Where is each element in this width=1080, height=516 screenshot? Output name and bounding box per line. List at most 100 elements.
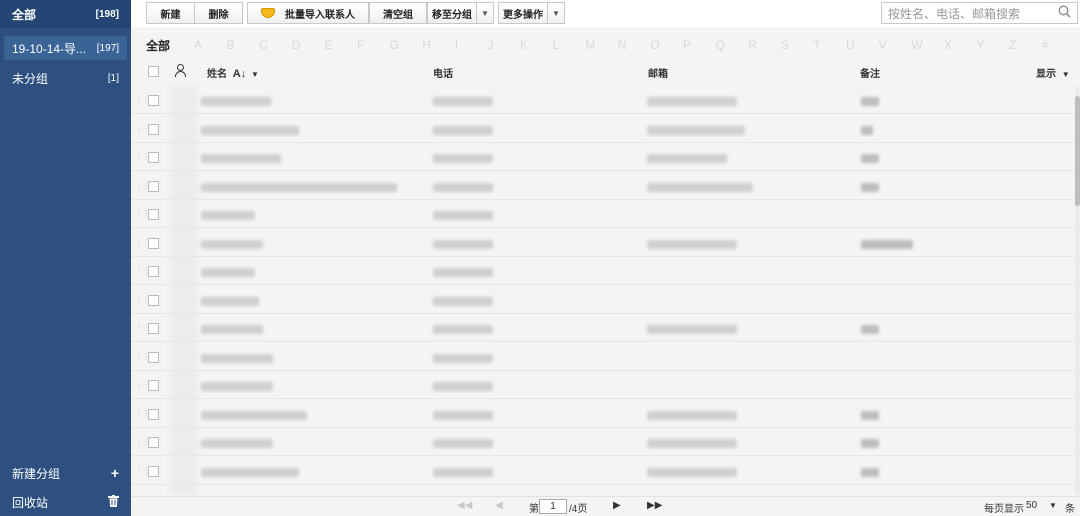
sidebar-item-group-imported[interactable]: 19-10-14-导... [197]	[4, 36, 127, 60]
column-name[interactable]: 姓名 A↓ ▼	[207, 65, 259, 80]
drag-handle-icon[interactable]: ⋮⋮	[135, 152, 150, 161]
display-columns-dropdown[interactable]: 显示 ▼	[1036, 65, 1070, 80]
drag-handle-icon[interactable]: ⋮⋮	[135, 238, 150, 247]
alpha-filter-letter[interactable]: T	[813, 38, 820, 52]
drag-handle-icon[interactable]: ⋮⋮	[135, 352, 150, 361]
alpha-filter-letter[interactable]: X	[944, 38, 952, 52]
alpha-filter-letter[interactable]: P	[683, 38, 691, 52]
alpha-filter-letter[interactable]: S	[781, 38, 789, 52]
drag-handle-icon[interactable]: ⋮⋮	[135, 95, 150, 104]
table-row[interactable]: ⋮⋮	[131, 257, 1075, 285]
drag-handle-icon[interactable]: ⋮⋮	[135, 295, 150, 304]
sidebar-item-ungrouped[interactable]: 未分组 [1]	[0, 66, 131, 90]
drag-handle-icon[interactable]: ⋮⋮	[135, 409, 150, 418]
alpha-filter-letter[interactable]: G	[390, 38, 399, 52]
alpha-filter-letter[interactable]: D	[292, 38, 301, 52]
row-checkbox[interactable]	[148, 294, 159, 306]
sort-az-icon[interactable]: A↓	[233, 68, 246, 80]
first-page-icon[interactable]: ◀◀	[457, 500, 472, 511]
table-row[interactable]: ⋮⋮	[131, 343, 1075, 371]
row-checkbox[interactable]	[148, 152, 159, 163]
table-row[interactable]: ⋮⋮	[131, 428, 1075, 456]
table-row[interactable]: ⋮⋮	[131, 314, 1075, 342]
row-checkbox[interactable]	[148, 323, 159, 334]
alpha-filter-letter[interactable]: E	[324, 38, 332, 52]
batch-import-button[interactable]: 批量导入联系人	[247, 2, 369, 24]
row-checkbox[interactable]	[148, 351, 159, 363]
alpha-filter-letter[interactable]: I	[455, 38, 458, 52]
row-checkbox[interactable]	[148, 209, 159, 220]
table-row[interactable]: ⋮⋮	[131, 200, 1075, 228]
row-checkbox[interactable]	[148, 123, 159, 135]
alpha-filter-letter[interactable]: L	[553, 38, 560, 52]
clear-group-button[interactable]: 清空组	[369, 2, 427, 24]
prev-page-icon[interactable]: ◀	[495, 500, 503, 511]
alpha-filter-letter[interactable]: O	[650, 38, 659, 52]
alpha-filter-letter[interactable]: F	[357, 38, 364, 52]
last-page-icon[interactable]: ▶▶	[647, 500, 662, 511]
table-row[interactable]: ⋮⋮	[131, 143, 1075, 171]
sidebar-item-all[interactable]: 全部 [198]	[0, 0, 131, 28]
alpha-filter-letter[interactable]: Y	[976, 38, 984, 52]
alpha-filter-letter[interactable]: Q	[716, 38, 725, 52]
per-page-select[interactable]: 50	[1026, 500, 1037, 511]
alpha-filter-letter[interactable]: A	[194, 38, 202, 52]
alpha-filter-letter[interactable]: Z	[1009, 38, 1016, 52]
alpha-filter-letter[interactable]: B	[227, 38, 235, 52]
drag-handle-icon[interactable]: ⋮⋮	[135, 209, 150, 218]
vertical-scrollbar[interactable]	[1075, 86, 1080, 494]
select-all-checkbox[interactable]	[148, 66, 159, 77]
table-row[interactable]: ⋮⋮	[131, 86, 1075, 114]
drag-handle-icon[interactable]: ⋮⋮	[135, 266, 150, 275]
row-checkbox[interactable]	[148, 465, 159, 477]
search-input[interactable]: 按姓名、电话、邮箱搜索	[881, 2, 1078, 24]
row-checkbox[interactable]	[148, 95, 159, 106]
alpha-filter-letter[interactable]: U	[846, 38, 855, 52]
alpha-filter-letter[interactable]: H	[422, 38, 431, 52]
drag-handle-icon[interactable]: ⋮⋮	[135, 380, 150, 389]
alpha-filter-letter[interactable]: K	[520, 38, 528, 52]
drag-handle-icon[interactable]: ⋮⋮	[135, 181, 150, 190]
table-row[interactable]: ⋮⋮	[131, 172, 1075, 200]
move-to-group-dropdown[interactable]: 移至分组 ▼	[427, 2, 494, 24]
row-checkbox[interactable]	[148, 408, 159, 420]
alpha-filter-letter[interactable]: C	[259, 38, 268, 52]
table-row[interactable]: ⋮⋮	[131, 400, 1075, 428]
alpha-filter-letter[interactable]: W	[911, 38, 922, 52]
table-row[interactable]: ⋮⋮	[131, 115, 1075, 143]
drag-handle-icon[interactable]: ⋮⋮	[135, 124, 150, 133]
table-row[interactable]: ⋮⋮	[131, 286, 1075, 314]
chevron-down-icon[interactable]: ▼	[1049, 501, 1057, 510]
drag-handle-icon[interactable]: ⋮⋮	[135, 323, 150, 332]
trash-button[interactable]: 回收站	[0, 488, 131, 516]
alpha-filter-letter[interactable]: J	[487, 38, 493, 52]
page-number-input[interactable]: 1	[539, 499, 567, 514]
alpha-filter-letter[interactable]: M	[585, 38, 595, 52]
alpha-filter-letter[interactable]: N	[618, 38, 627, 52]
next-page-icon[interactable]: ▶	[613, 500, 621, 511]
alpha-filter-letter[interactable]: V	[879, 38, 887, 52]
scrollbar-thumb[interactable]	[1075, 96, 1080, 206]
new-group-button[interactable]: 新建分组 +	[0, 459, 131, 487]
alpha-filter-letter[interactable]: #	[1042, 38, 1049, 52]
alpha-filter-letter[interactable]: R	[748, 38, 757, 52]
table-row[interactable]: ⋮⋮	[131, 457, 1075, 485]
row-checkbox[interactable]	[148, 180, 159, 192]
chevron-down-icon[interactable]: ▼	[251, 70, 259, 79]
alpha-filter-all[interactable]: 全部	[146, 37, 170, 54]
search-icon[interactable]	[1058, 5, 1071, 21]
chevron-down-icon[interactable]: ▼	[476, 3, 493, 23]
table-row[interactable]: ⋮⋮	[131, 371, 1075, 399]
table-row[interactable]: ⋮⋮	[131, 229, 1075, 257]
drag-handle-icon[interactable]: ⋮⋮	[135, 437, 150, 446]
row-checkbox[interactable]	[148, 437, 159, 448]
drag-handle-icon[interactable]: ⋮⋮	[135, 466, 150, 475]
more-actions-dropdown[interactable]: 更多操作 ▼	[498, 2, 565, 24]
row-checkbox[interactable]	[148, 266, 159, 277]
row-checkbox[interactable]	[148, 237, 159, 249]
new-contact-button[interactable]: 新建	[146, 2, 195, 24]
row-checkbox[interactable]	[148, 380, 159, 391]
contact-email-cell	[647, 439, 737, 448]
chevron-down-icon[interactable]: ▼	[547, 3, 564, 23]
delete-button[interactable]: 删除	[194, 2, 243, 24]
